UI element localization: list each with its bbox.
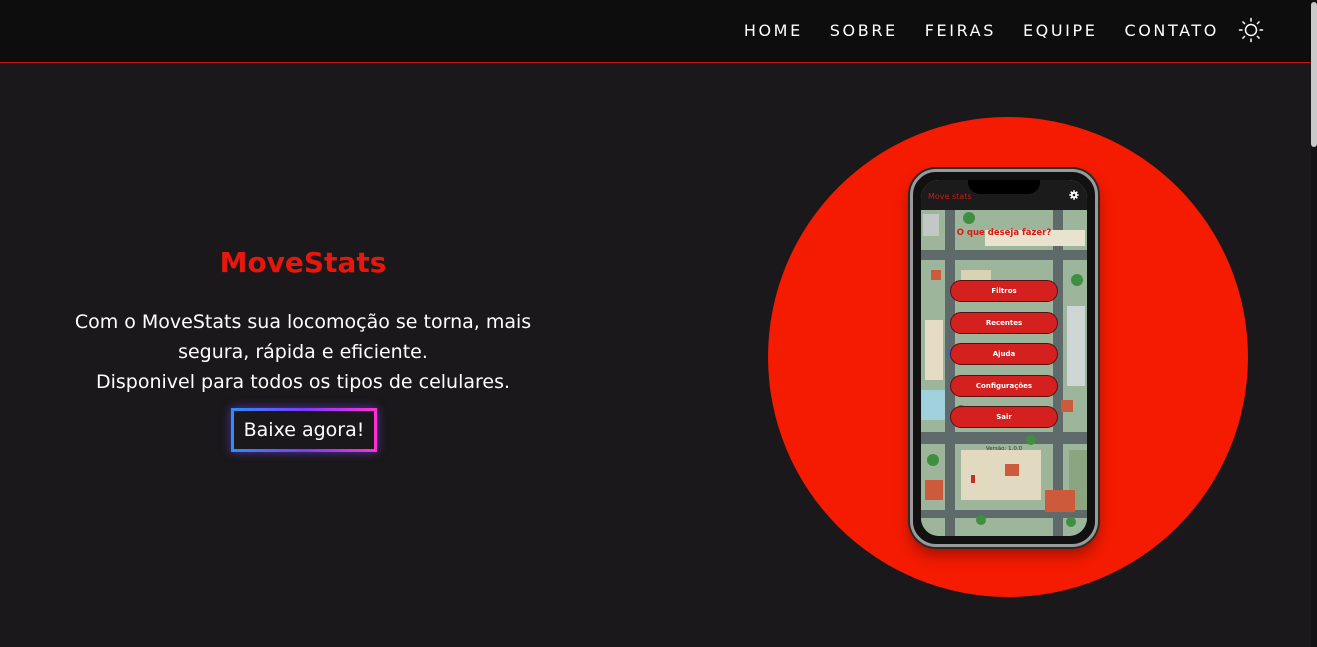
phone-notch [968, 180, 1040, 194]
hero-title: MoveStats [219, 246, 387, 279]
app-menu: Filtros Recentes Ajuda Configurações Sai… [950, 280, 1058, 438]
app-menu-configuracoes-button[interactable]: Configurações [950, 374, 1058, 397]
phone-screen: Move stats O que deseja fazer? Filtros R… [921, 180, 1087, 536]
nav-link-feiras[interactable]: FEIRAS [925, 19, 996, 43]
nav-link-home[interactable]: HOME [744, 19, 803, 43]
hero-description-line: segura, rápida e eficiente. [178, 341, 428, 363]
nav-links: HOME SOBRE FEIRAS EQUIPE CONTATO [744, 19, 1219, 43]
app-menu-ajuda-button[interactable]: Ajuda [950, 343, 1058, 365]
gear-icon [1069, 190, 1079, 200]
nav-link-equipe[interactable]: EQUIPE [1023, 19, 1098, 43]
download-button[interactable]: Baixe agora! [231, 408, 377, 452]
phone-mockup: Move stats O que deseja fazer? Filtros R… [910, 169, 1098, 547]
nav-link-contato[interactable]: CONTATO [1124, 19, 1219, 43]
navbar: HOME SOBRE FEIRAS EQUIPE CONTATO [0, 0, 1311, 63]
scrollbar[interactable] [1311, 0, 1317, 647]
scrollbar-thumb[interactable] [1311, 2, 1317, 147]
app-menu-recentes-button[interactable]: Recentes [950, 311, 1058, 334]
app-version: Versão: 1.0.0 [985, 446, 1023, 452]
hero-description-line: Disponivel para todos os tipos de celula… [95, 371, 511, 393]
hero-description: Com o MoveStats sua locomoção se torna, … [40, 307, 566, 397]
app-title: Move stats [928, 192, 972, 201]
hero-description-line: Com o MoveStats sua locomoção se torna, … [74, 311, 532, 333]
app-question: O que deseja fazer? [956, 228, 1052, 238]
nav-link-sobre[interactable]: SOBRE [830, 19, 898, 43]
app-menu-filtros-button[interactable]: Filtros [950, 280, 1058, 302]
app-menu-sair-button[interactable]: Sair [950, 406, 1058, 428]
sun-icon[interactable] [1238, 17, 1264, 43]
hero-section: MoveStats Com o MoveStats sua locomoção … [0, 63, 1311, 647]
